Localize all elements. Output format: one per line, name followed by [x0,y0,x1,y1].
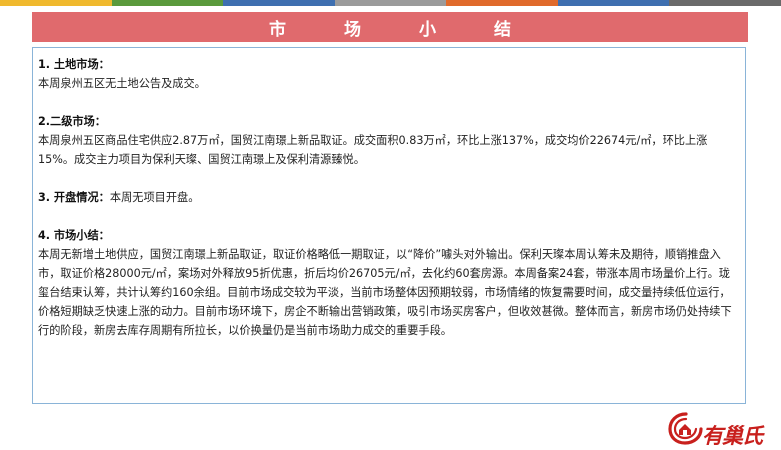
section-market-summary: 4. 市场小结： 本周无新增土地供应，国贸江南璟上新品取证，取证价格略低一期取证… [38,226,741,340]
stripe-6 [557,0,670,6]
section-opening: 3. 开盘情况：本周无项目开盘。 [38,188,741,207]
section-heading: 3. 开盘情况： [38,191,110,204]
section-body: 本周无项目开盘。 [109,191,200,204]
summary-box: 1. 土地市场： 本周泉州五区无土地公告及成交。 2.二级市场： 本周泉州五区商… [32,47,746,404]
brand-logo: 有巢氏 [668,409,778,448]
section-heading: 2.二级市场： [38,115,106,128]
stripe-2 [111,0,224,6]
stripe-5 [446,0,558,6]
section-heading: 1. 土地市场： [38,58,110,71]
section-heading: 4. 市场小结： [38,229,110,242]
title-bar: 市场小结 [32,12,748,42]
stripe-7 [669,0,781,6]
house-swirl-logo-icon [668,412,703,445]
stripe-4 [334,0,447,6]
section-body: 本周泉州五区无土地公告及成交。 [38,77,206,90]
stripe-3 [223,0,335,6]
section-land-market: 1. 土地市场： 本周泉州五区无土地公告及成交。 [38,55,741,93]
section-body: 本周泉州五区商品住宅供应2.87万㎡，国贸江南璟上新品取证。成交面积0.83万㎡… [38,134,708,166]
stripe-1 [0,0,112,6]
top-color-stripes [0,0,781,6]
section-body: 本周无新增土地供应，国贸江南璟上新品取证，取证价格略低一期取证，以“降价”噱头对… [38,248,732,337]
section-secondary-market: 2.二级市场： 本周泉州五区商品住宅供应2.87万㎡，国贸江南璟上新品取证。成交… [38,112,741,169]
page-title: 市场小结 [269,19,569,40]
logo-text: 有巢氏 [702,424,763,448]
